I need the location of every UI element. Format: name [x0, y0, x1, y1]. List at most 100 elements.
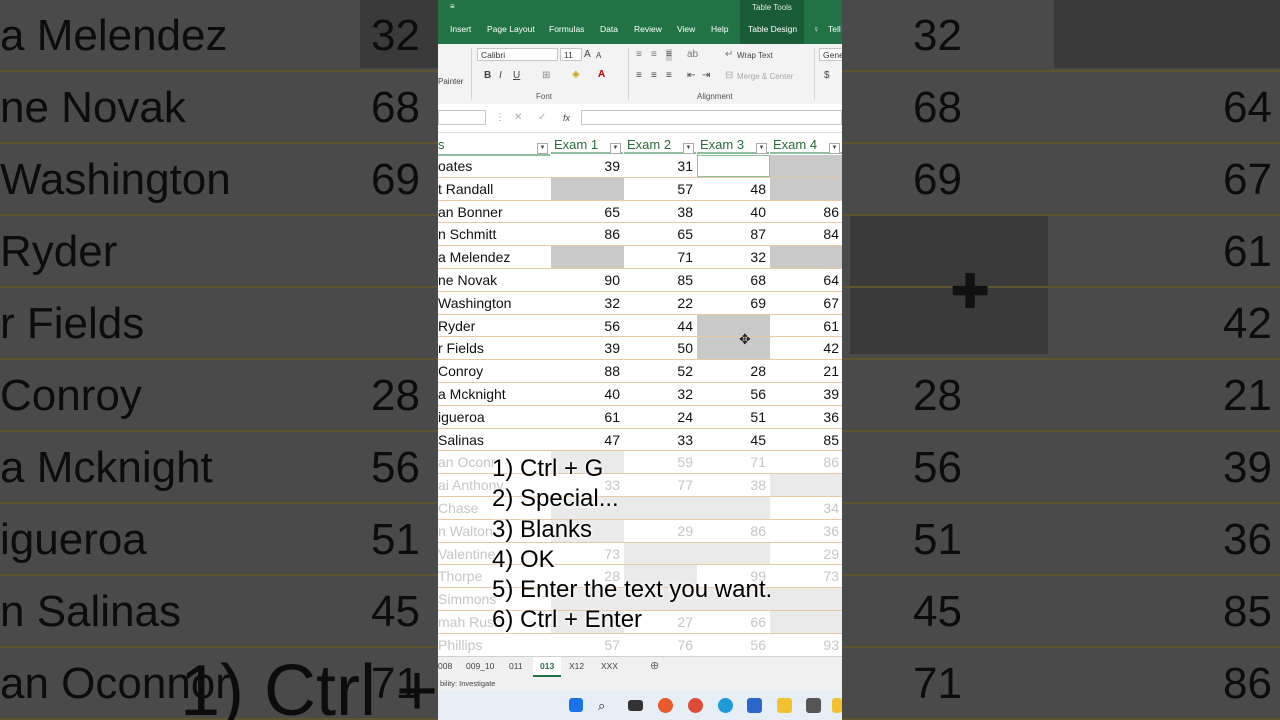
edge-icon[interactable] [718, 698, 733, 713]
column-header-exam4[interactable]: Exam 4 ▼ [770, 134, 842, 154]
font-color-icon[interactable]: A [598, 69, 605, 81]
exam-score-cell[interactable]: 44 [624, 315, 697, 337]
exam-score-cell[interactable] [770, 155, 842, 177]
exam-score-cell[interactable]: 36 [770, 406, 842, 428]
format-painter-label[interactable]: Painter [438, 77, 463, 86]
file-explorer-icon[interactable] [777, 698, 792, 713]
cancel-icon[interactable]: ✕ [514, 112, 522, 124]
exam-score-cell[interactable]: 24 [624, 406, 697, 428]
exam-score-cell[interactable]: 34 [770, 497, 842, 519]
exam-score-cell[interactable]: 32 [697, 246, 770, 268]
exam-score-cell[interactable]: 93 [770, 634, 842, 656]
insert-function-icon[interactable]: fx [563, 112, 570, 124]
exam-score-cell[interactable]: 36 [770, 520, 842, 542]
middle-align-icon[interactable]: ≡ [651, 49, 657, 61]
exam-score-cell[interactable]: 64 [770, 269, 842, 291]
student-name-cell[interactable]: ne Novak [438, 269, 497, 291]
table-row[interactable]: Salinas 47 33 45 85 [438, 429, 842, 452]
exam-score-cell[interactable]: 51 [697, 406, 770, 428]
number-format-select[interactable]: Gene [819, 48, 842, 61]
exam-score-cell[interactable]: 57 [551, 634, 624, 656]
exam-score-cell[interactable] [551, 246, 624, 269]
student-name-cell[interactable]: r Fields [438, 337, 484, 359]
exam-score-cell[interactable]: 50 [624, 337, 697, 359]
quick-access-icon[interactable]: ≡ [450, 3, 455, 11]
filter-dropdown-icon[interactable]: ▼ [829, 143, 840, 154]
accessibility-status[interactable]: bility: Investigate [440, 679, 495, 688]
column-header-exam1[interactable]: Exam 1 ▼ [551, 134, 623, 154]
exam-score-cell[interactable]: 68 [697, 269, 770, 291]
column-header-name[interactable]: s ▼ [438, 134, 550, 156]
exam-score-cell[interactable]: 31 [624, 155, 697, 177]
exam-score-cell[interactable] [770, 588, 842, 611]
align-right-icon[interactable]: ≡ [666, 70, 672, 82]
student-name-cell[interactable]: Simmons [438, 588, 496, 610]
exam-score-cell[interactable] [770, 611, 842, 633]
firefox-icon[interactable] [658, 698, 673, 713]
add-sheet-icon[interactable]: ⊕ [650, 659, 659, 672]
exam-score-cell[interactable]: 28 [697, 360, 770, 382]
table-row[interactable]: Ryder 56 44 61 [438, 314, 842, 338]
lightbulb-icon[interactable]: ♀ [813, 24, 819, 34]
exam-score-cell[interactable]: 88 [551, 360, 624, 382]
underline-button[interactable]: U [513, 70, 520, 82]
student-name-cell[interactable]: Phillips [438, 634, 482, 656]
student-name-cell[interactable]: an Bonner [438, 201, 503, 223]
exam-score-cell[interactable]: 52 [624, 360, 697, 382]
exam-score-cell[interactable]: 85 [770, 429, 842, 451]
filter-dropdown-icon[interactable]: ▼ [683, 143, 694, 154]
exam-score-cell[interactable]: 76 [624, 634, 697, 656]
exam-score-cell[interactable]: 40 [551, 383, 624, 405]
exam-score-cell[interactable]: 40 [697, 201, 770, 223]
exam-score-cell[interactable]: 73 [770, 565, 842, 587]
borders-icon[interactable]: ⊞ [542, 70, 550, 82]
exam-score-cell[interactable]: 39 [770, 383, 842, 405]
calculator-icon[interactable] [806, 698, 821, 713]
student-name-cell[interactable]: igueroa [438, 406, 485, 428]
bottom-align-icon[interactable]: ≡ [666, 49, 672, 61]
exam-score-cell[interactable]: 67 [770, 292, 842, 314]
student-name-cell[interactable]: Valentine [438, 543, 495, 565]
exam-score-cell[interactable] [551, 177, 624, 200]
orientation-icon[interactable]: ab [687, 49, 698, 61]
exam-score-cell[interactable]: 56 [551, 315, 624, 337]
table-row[interactable]: Conroy 88 52 28 21 [438, 360, 842, 383]
tab-tell-me[interactable]: Tell [828, 24, 841, 34]
column-header-exam2[interactable]: Exam 2 ▼ [624, 134, 696, 154]
top-align-icon[interactable]: ≡ [636, 49, 642, 61]
table-row[interactable]: r Fields 39 50 42 [438, 337, 842, 361]
student-name-cell[interactable]: Conroy [438, 360, 483, 382]
table-row[interactable]: n Schmitt 86 65 87 84 [438, 223, 842, 247]
exam-score-cell[interactable] [697, 337, 770, 360]
fill-color-icon[interactable]: ◈ [572, 69, 580, 81]
student-name-cell[interactable]: a Mcknight [438, 383, 506, 405]
folder-icon[interactable] [832, 698, 842, 713]
student-name-cell[interactable]: oates [438, 155, 472, 177]
table-row[interactable]: oates 39 31 [438, 155, 842, 178]
exam-score-cell[interactable]: 22 [624, 292, 697, 314]
exam-score-cell[interactable] [770, 177, 842, 200]
tab-data[interactable]: Data [600, 24, 618, 34]
exam-score-cell[interactable]: 90 [551, 269, 624, 291]
table-row[interactable]: Phillips 57 76 56 93 [438, 634, 842, 657]
sheet-tab[interactable]: 011 [509, 661, 523, 671]
exam-score-cell[interactable]: 48 [697, 178, 770, 200]
exam-score-cell[interactable]: 86 [551, 223, 624, 245]
exam-score-cell[interactable]: 84 [770, 223, 842, 245]
student-name-cell[interactable]: Chase [438, 497, 478, 519]
exam-score-cell[interactable]: 56 [697, 383, 770, 405]
name-box[interactable] [438, 110, 486, 125]
exam-score-cell[interactable]: 33 [624, 429, 697, 451]
student-name-cell[interactable]: Thorpe [438, 565, 482, 587]
student-name-cell[interactable]: Salinas [438, 429, 484, 451]
table-row[interactable]: a Mcknight 40 32 56 39 [438, 383, 842, 406]
exam-score-cell[interactable] [770, 474, 842, 497]
sheet-tab[interactable]: 008 [438, 661, 452, 671]
exam-score-cell[interactable] [770, 246, 842, 269]
increase-font-icon[interactable]: A [584, 49, 591, 61]
exam-score-cell[interactable]: 61 [551, 406, 624, 428]
align-center-icon[interactable]: ≡ [651, 70, 657, 82]
student-name-cell[interactable]: t Randall [438, 178, 493, 200]
font-size-select[interactable]: 11 [560, 48, 582, 61]
enter-icon[interactable]: ✓ [538, 112, 546, 124]
